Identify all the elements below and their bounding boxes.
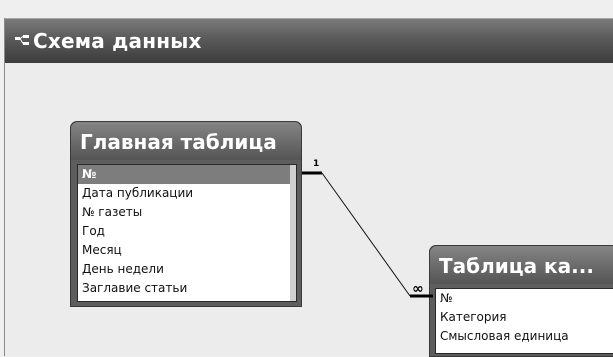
table-main[interactable]: Главная таблица № Дата публикации № газеты… <box>70 121 302 307</box>
field-list-scrollbar[interactable] <box>290 165 296 301</box>
relationships-icon <box>15 35 29 45</box>
table-category-title[interactable]: Таблица ка... <box>430 246 613 284</box>
relationship-one-label: 1 <box>313 159 320 169</box>
field-item[interactable]: Месяц <box>78 241 296 260</box>
table-category[interactable]: Таблица ка... № Категория Смысловая единиц… <box>429 245 613 357</box>
field-item[interactable]: № <box>436 289 613 308</box>
relationship-many-label: ∞ <box>412 281 424 297</box>
field-item[interactable]: Год <box>78 222 296 241</box>
table-main-field-list[interactable]: № Дата публикации № газеты Год Месяц День нед… <box>77 164 297 302</box>
field-item[interactable]: Дата публикации <box>78 184 296 203</box>
field-item[interactable]: Заглавие статьи <box>78 279 296 298</box>
window-title: Схема данных <box>33 29 202 53</box>
field-item[interactable]: Смысловая единица <box>436 327 613 346</box>
window-titlebar[interactable]: Схема данных <box>5 18 613 63</box>
table-category-field-list[interactable]: № Категория Смысловая единица <box>435 288 613 354</box>
field-item[interactable]: Категория <box>436 308 613 327</box>
field-item[interactable]: № газеты <box>78 203 296 222</box>
field-item[interactable]: № <box>78 165 296 184</box>
table-main-title[interactable]: Главная таблица <box>71 122 301 160</box>
field-item[interactable]: День недели <box>78 260 296 279</box>
